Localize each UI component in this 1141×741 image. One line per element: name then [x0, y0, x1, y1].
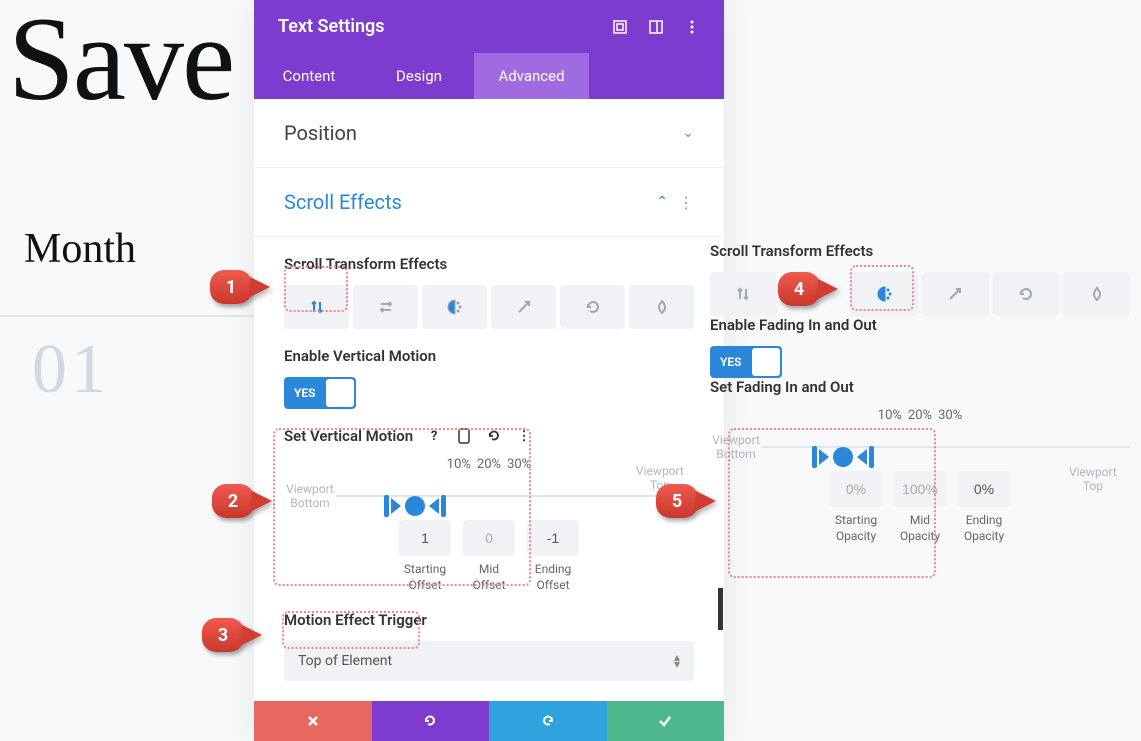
- slider-tri-left-r: [819, 449, 829, 465]
- slider-tri-left: [391, 498, 401, 514]
- slider-end-handle[interactable]: [441, 495, 446, 517]
- action-bar: [254, 701, 724, 741]
- slider-track[interactable]: [336, 495, 694, 497]
- undo-button[interactable]: [372, 701, 490, 741]
- callout-1: 1: [210, 270, 270, 304]
- phone-icon[interactable]: [455, 427, 473, 445]
- slider-end-handle-r[interactable]: [869, 446, 874, 468]
- effect-vertical-motion-r[interactable]: [710, 272, 777, 316]
- effect-fade-r[interactable]: [851, 272, 918, 316]
- set-fading-label: Set Fading In and Out: [710, 378, 1130, 396]
- right-column: Scroll Transform Effects Enable Fading I…: [710, 238, 1130, 544]
- chevron-down-icon: ⌄: [682, 125, 694, 141]
- section-scroll-title: Scroll Effects: [284, 190, 402, 214]
- section-position[interactable]: Position ⌄: [254, 99, 724, 168]
- effect-blur-r[interactable]: [1063, 272, 1130, 316]
- enable-vertical-motion-toggle[interactable]: YES: [284, 377, 356, 409]
- tab-content[interactable]: Content: [254, 53, 364, 99]
- effect-blur[interactable]: [629, 285, 694, 329]
- mid-opacity-cap: Mid Opacity: [894, 513, 946, 544]
- viewport-top-label-right: Viewport Top: [1069, 465, 1117, 494]
- enable-fading-label: Enable Fading In and Out: [710, 316, 1130, 334]
- effect-buttons: [284, 285, 694, 329]
- save-button[interactable]: [607, 701, 725, 741]
- close-button[interactable]: [254, 701, 372, 741]
- section-position-title: Position: [284, 121, 357, 145]
- section-scroll-effects[interactable]: Scroll Effects ⌃ ⋮: [254, 168, 724, 237]
- mid-opacity-input[interactable]: [894, 471, 946, 507]
- kebab-menu-icon[interactable]: [684, 19, 700, 35]
- snap-icon[interactable]: [648, 19, 664, 35]
- scroll-transform-effects-label: Scroll Transform Effects: [284, 255, 694, 273]
- slider-start-handle-r[interactable]: [812, 446, 817, 468]
- toggle-yes-label-r: YES: [712, 355, 750, 369]
- section-menu-icon[interactable]: ⋮: [678, 193, 694, 212]
- tab-design[interactable]: Design: [364, 53, 474, 99]
- expand-icon[interactable]: [612, 19, 628, 35]
- toggle-knob: [326, 379, 354, 407]
- slider-percent-labels: 10% 20% 30%: [284, 457, 694, 472]
- effect-scale-r[interactable]: [922, 272, 989, 316]
- callout-4: 4: [778, 272, 838, 306]
- bg-text-save: Save: [8, 0, 233, 128]
- toggle-yes-label: YES: [286, 386, 324, 400]
- panel-header: Text Settings Content Design Advanced: [254, 0, 724, 99]
- set-vertical-motion-label: Set Vertical Motion ? ⋮: [284, 427, 694, 445]
- help-icon[interactable]: ?: [425, 427, 443, 445]
- slider-start-handle[interactable]: [384, 495, 389, 517]
- bg-divider: [0, 315, 260, 317]
- panel-title: Text Settings: [278, 16, 612, 37]
- tab-advanced[interactable]: Advanced: [474, 53, 589, 99]
- motion-effect-trigger-label: Motion Effect Trigger: [284, 611, 694, 629]
- dropdown-value: Top of Element: [298, 653, 392, 669]
- enable-vertical-motion-label: Enable Vertical Motion: [284, 347, 694, 365]
- viewport-bottom-label: Viewport Bottom: [284, 482, 336, 511]
- motion-effect-trigger-dropdown[interactable]: Top of Element ▴▾: [284, 641, 694, 681]
- slider-mid-handle[interactable]: [405, 496, 425, 516]
- starting-opacity-cap: Starting Opacity: [830, 513, 882, 544]
- effect-buttons-r: [710, 272, 1130, 316]
- redo-button[interactable]: [489, 701, 607, 741]
- callout-3: 3: [202, 618, 262, 652]
- starting-offset-input[interactable]: [399, 520, 451, 556]
- ending-opacity-cap: Ending Opacity: [958, 513, 1010, 544]
- effect-horizontal-motion[interactable]: [353, 285, 418, 329]
- effect-rotate-r[interactable]: [993, 272, 1060, 316]
- effect-fade[interactable]: [422, 285, 487, 329]
- mid-offset-input[interactable]: [463, 520, 515, 556]
- callout-2: 2: [212, 484, 272, 518]
- starting-opacity-input[interactable]: [830, 471, 882, 507]
- chevron-up-icon: ⌃: [656, 194, 668, 210]
- viewport-bottom-label-r: Viewport Bottom: [710, 433, 762, 462]
- bg-text-01: 01: [32, 330, 110, 410]
- bg-text-month: Month: [24, 225, 136, 273]
- starting-offset-cap: Starting Offset: [399, 562, 451, 593]
- text-cursor: [718, 588, 723, 630]
- enable-fading-toggle[interactable]: YES: [710, 346, 782, 378]
- options-icon[interactable]: ⋮: [515, 427, 533, 445]
- slider-mid-handle-r[interactable]: [833, 447, 853, 467]
- text-settings-panel: Text Settings Content Design Advanced Po…: [254, 0, 724, 741]
- slider-percent-labels-r: 10% 20% 30%: [710, 408, 1130, 423]
- slider-tri-right-r: [857, 449, 867, 465]
- effect-vertical-motion[interactable]: [284, 285, 349, 329]
- ending-offset-cap: Ending Offset: [527, 562, 579, 593]
- mid-offset-cap: Mid Offset: [463, 562, 515, 593]
- slider-tri-right: [429, 498, 439, 514]
- effect-scale[interactable]: [491, 285, 556, 329]
- ending-offset-input[interactable]: [527, 520, 579, 556]
- callout-5: 5: [656, 484, 716, 518]
- settings-tabs: Content Design Advanced: [254, 53, 724, 99]
- effect-rotate[interactable]: [560, 285, 625, 329]
- dropdown-arrows-icon: ▴▾: [674, 654, 680, 668]
- reset-icon[interactable]: [485, 427, 503, 445]
- ending-opacity-input[interactable]: [958, 471, 1010, 507]
- toggle-knob-r: [752, 348, 780, 376]
- scroll-transform-effects-label-r: Scroll Transform Effects: [710, 242, 1130, 260]
- slider-track-r[interactable]: [762, 446, 1130, 448]
